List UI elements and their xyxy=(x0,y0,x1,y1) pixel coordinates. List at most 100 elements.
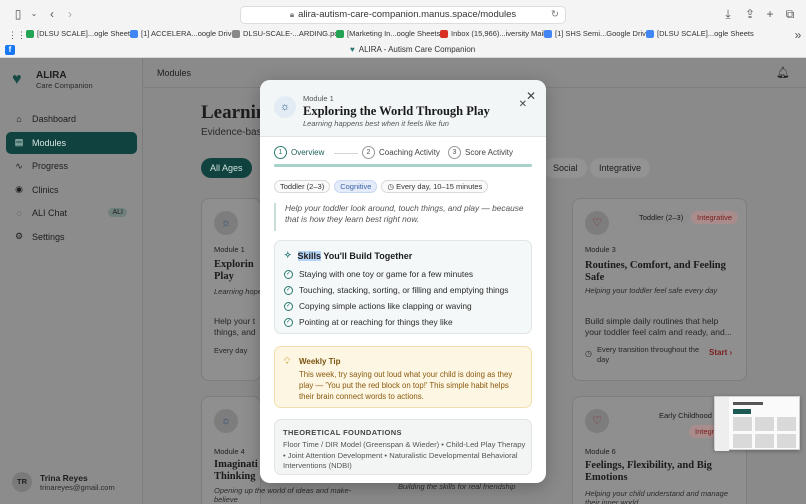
intro-quote: Help your toddler look around, touch thi… xyxy=(274,203,532,231)
browser-chrome: ▯ ⌄ ‹ › 🔒︎ alira-autism-care-companion.ma… xyxy=(0,0,806,58)
chevron-down-icon[interactable]: ⌄ xyxy=(26,6,42,22)
step-divider xyxy=(334,153,358,154)
grid-icon[interactable]: ⋮⋮ xyxy=(8,27,26,43)
user-profile[interactable]: TR Trina Reyes trinareyes@gmail.com xyxy=(12,472,115,492)
brand-name: ALIRA xyxy=(36,70,67,81)
forward-icon[interactable]: › xyxy=(62,6,78,22)
page-subtitle: Evidence-bas xyxy=(201,127,262,138)
modal-title: Exploring the World Through Play xyxy=(303,104,490,118)
frequency-text: Every day, 10–15 minutes xyxy=(396,182,483,191)
url-text: alira-autism-care-companion.manus.space/… xyxy=(298,9,517,20)
nav-badge: ALI xyxy=(108,208,127,217)
download-icon[interactable]: ⤓ xyxy=(720,6,736,22)
tab-score-activity[interactable]: 3 Score Activity xyxy=(448,146,513,159)
card-subtitle: Helping your child understand and manage… xyxy=(585,489,729,504)
module-detail-modal: ☼ Module 1 Exploring the World Through P… xyxy=(260,80,546,483)
bookmark-label: DLSU-SCALE-...ARDING.pdf xyxy=(243,29,341,38)
skill-text: Pointing at or reaching for things they … xyxy=(299,317,453,327)
domain-chip: Cognitive xyxy=(334,180,378,193)
bookmark-item[interactable]: [DLSU SCALE]...ogle Sheets xyxy=(26,29,134,38)
gear-icon: ⚙ xyxy=(14,231,24,241)
heart-icon: ♡ xyxy=(585,211,609,235)
heart-logo-icon: ♥ xyxy=(12,71,22,88)
bookmark-item[interactable]: [Marketing In...oogle Sheets xyxy=(336,29,440,38)
sheets-icon xyxy=(26,29,34,38)
google-icon xyxy=(130,29,138,38)
filter-chip-all-ages[interactable]: All Ages xyxy=(201,158,252,178)
card-subtitle: Helping your toddler feel safe every day xyxy=(585,286,718,295)
tab-overview-icon[interactable]: ⧉ xyxy=(782,6,798,22)
active-tab[interactable]: ♥ ALIRA - Autism Care Companion xyxy=(350,45,475,54)
tab-title-text: ALIRA - Autism Care Companion xyxy=(358,45,476,54)
user-email: trinareyes@gmail.com xyxy=(40,482,115,492)
tip-body: This week, try saying out loud what your… xyxy=(299,370,513,401)
sidebar-item-clinics[interactable]: ◉ Clinics xyxy=(6,179,137,201)
bookmark-item[interactable]: DLSU-SCALE-...ARDING.pdf xyxy=(232,29,341,38)
sparkle-icon: ✧ xyxy=(284,250,292,260)
tab-coaching-activity[interactable]: 2 Coaching Activity xyxy=(362,146,440,159)
gmail-icon xyxy=(440,29,448,38)
lightbulb-icon: 💡︎ xyxy=(284,356,291,366)
filter-chip-social[interactable]: Social xyxy=(544,158,587,178)
heart-icon: ♥ xyxy=(350,45,355,54)
module-card-1[interactable]: ☼ Module 1 Explorin Play Learning hope H… xyxy=(201,198,262,381)
topbar-title: Modules xyxy=(157,68,192,78)
more-bookmarks-icon[interactable]: » xyxy=(790,27,806,43)
address-bar[interactable]: 🔒︎ alira-autism-care-companion.manus.spac… xyxy=(240,6,566,24)
skill-item: ✓ Pointing at or reaching for things they… xyxy=(284,317,453,327)
domain-tag: Integrative xyxy=(691,211,739,224)
bookmark-item[interactable]: [1] SHS Semi...Google Drive xyxy=(544,29,650,38)
activity-icon: ∿ xyxy=(15,160,23,171)
brand[interactable]: ♥ ALIRA Care Companion xyxy=(12,70,93,90)
sidebar-toggle-icon[interactable]: ▯ xyxy=(10,6,26,22)
bookmark-item[interactable]: [DLSU SCALE]...ogle Sheets xyxy=(646,29,754,38)
foundations-body: Floor Time / DIR Model (Greenspan & Wied… xyxy=(283,440,526,470)
card-description: Build simple daily routines that help yo… xyxy=(585,316,732,337)
bookmark-label: [Marketing In...oogle Sheets xyxy=(347,29,441,38)
step-number: 2 xyxy=(362,146,375,159)
share-icon[interactable]: ⇪ xyxy=(742,6,758,22)
module-card-3[interactable]: ♡ Toddler (2–3) Integrative Module 3 Rou… xyxy=(572,198,747,381)
filter-chip-integrative[interactable]: Integrative xyxy=(590,158,651,178)
progress-fill xyxy=(274,164,532,167)
start-link[interactable]: Start › xyxy=(709,348,732,357)
screenshot-thumbnail[interactable] xyxy=(714,396,800,451)
tab-row: f ♥ ALIRA - Autism Care Companion xyxy=(0,43,806,57)
card-meta: Every day xyxy=(214,346,248,355)
skills-panel: ✧ Skills You'll Build Together ✓ Staying … xyxy=(274,240,532,334)
new-tab-icon[interactable]: + xyxy=(762,6,778,22)
card-subtitle: Building the skills for real friendship xyxy=(398,482,516,491)
sidebar-item-modules[interactable]: ▤ Modules xyxy=(6,131,137,154)
skill-item: ✓ Touching, stacking, sorting, or filling… xyxy=(284,285,509,295)
close-button[interactable]: ✕ xyxy=(519,99,527,110)
skill-item: ✓ Copying simple actions like clapping or… xyxy=(284,301,472,311)
back-icon[interactable]: ‹ xyxy=(44,6,60,22)
sheets-icon xyxy=(336,29,344,38)
card-title: Explorin Play xyxy=(214,259,254,282)
module-card-4[interactable]: ☼ Module 4 Imaginati Thinking Opening up… xyxy=(201,396,351,504)
weekly-tip: 💡︎ Weekly Tip This week, try saying out … xyxy=(274,346,532,408)
sidebar-item-dashboard[interactable]: ⌂ Dashboard xyxy=(6,108,137,130)
sidebar: ♥ ALIRA Care Companion ⌂ Dashboard ▤ Module… xyxy=(0,58,143,504)
bookmark-item[interactable]: Inbox (15,966)...iversity Mail xyxy=(440,29,545,38)
sidebar-item-settings[interactable]: ⚙ Settings xyxy=(6,226,137,248)
close-icon[interactable]: ✕ xyxy=(526,90,536,102)
bookmark-label: [1] ACCELERA...oogle Drive xyxy=(141,29,236,38)
facebook-icon[interactable]: f xyxy=(5,45,15,55)
bookmark-item[interactable]: [1] ACCELERA...oogle Drive xyxy=(130,29,236,38)
check-circle-icon: ✓ xyxy=(284,317,293,327)
tab-overview[interactable]: 1 Overview xyxy=(274,146,324,159)
brain-icon: ☼ xyxy=(274,96,296,118)
sidebar-item-progress[interactable]: ∿ Progress xyxy=(6,155,137,177)
age-tag: Toddler (2–3) xyxy=(633,211,690,224)
card-subtitle: Learning hope xyxy=(214,287,262,296)
skill-text: Staying with one toy or game for a few m… xyxy=(299,269,474,279)
foundations-heading: THEORETICAL FOUNDATIONS xyxy=(283,428,402,437)
brain-icon: ☼ xyxy=(214,409,238,433)
tip-heading: Weekly Tip xyxy=(299,357,341,366)
sidebar-item-ali-chat[interactable]: ◌ ALI Chat ALI xyxy=(6,202,137,224)
theoretical-foundations: THEORETICAL FOUNDATIONS Floor Time / DIR… xyxy=(274,419,532,475)
heart-icon: ♡ xyxy=(585,409,609,433)
bell-icon[interactable]: 🔔︎ xyxy=(776,66,790,79)
reload-icon[interactable]: ↻ xyxy=(551,7,559,23)
